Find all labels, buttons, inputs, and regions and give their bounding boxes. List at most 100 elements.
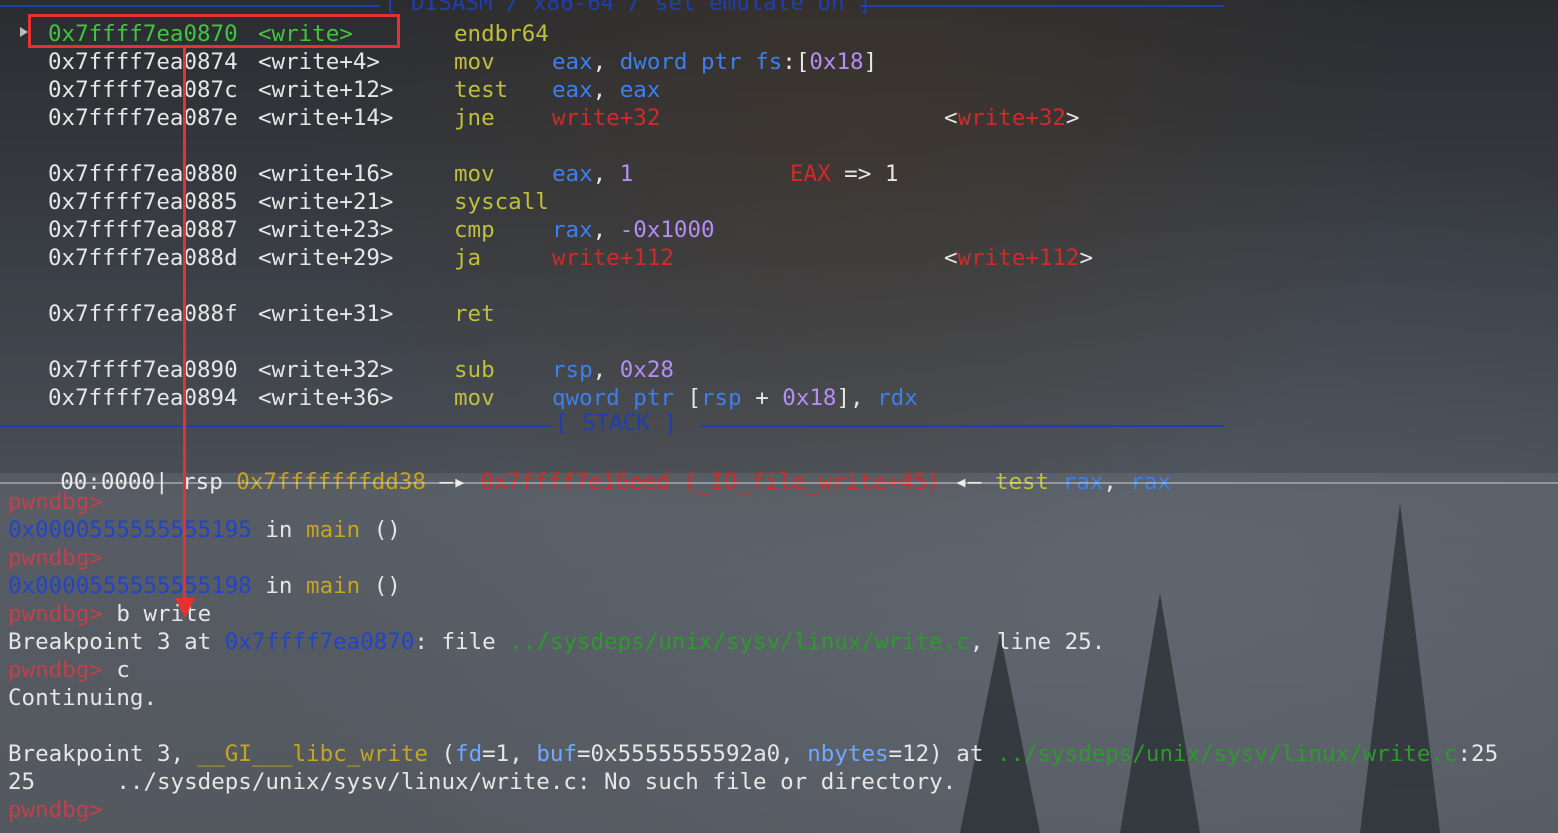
instruction-address: 0x7ffff7ea088f [48, 301, 238, 327]
instruction-mnemonic: mov [454, 161, 495, 187]
annotation-arrow-line [183, 48, 186, 606]
source-path: ../sysdeps/unix/sysv/linux/write.c [509, 629, 970, 655]
arg-name: buf [536, 741, 577, 767]
operand-register: rsp [701, 385, 742, 411]
console-line: Breakpoint 3 at 0x7ffff7ea0870: file ../… [8, 628, 1105, 656]
operand-register: eax [619, 77, 661, 103]
instruction-address: 0x7ffff7ea0885 [48, 189, 238, 215]
gdb-prompt: pwndbg> [8, 545, 103, 571]
operand-bracket: :[ [782, 49, 810, 75]
breakpoint-text: , line 25. [969, 629, 1106, 655]
instruction-address: 0x7ffff7ea0874 [48, 49, 238, 75]
instruction-address: 0x7ffff7ea0880 [48, 161, 238, 187]
frame-args: () [360, 573, 401, 599]
stack-row: 00:0000| rsp 0x7fffffffdd38 —▸ 0x7ffff7e… [6, 440, 1171, 495]
instruction-operands: eax, 1 [552, 160, 633, 188]
disasm-header: [ DISASM / x86-64 / set emulate on ] [384, 0, 872, 16]
arg-name: fd [455, 741, 483, 767]
instruction-mnemonic: mov [454, 385, 495, 411]
operand-plus: + [741, 385, 783, 411]
instruction-symbol: <write+16> [258, 161, 394, 187]
breakpoint-text: Breakpoint 3, [8, 741, 198, 767]
comment-bracket: > [1065, 105, 1080, 131]
terminal-window[interactable]: [ DISASM / x86-64 / set emulate on ] 0x7… [0, 0, 1558, 833]
jump-target: write+32 [552, 105, 661, 131]
operand-bracket: ], [836, 385, 878, 411]
operand-register: eax [552, 49, 593, 75]
operand-separator: , [592, 217, 620, 243]
operand-size: qword ptr [552, 385, 674, 411]
operand-immediate: -0x1000 [619, 217, 715, 243]
instruction-symbol: <write+12> [258, 77, 394, 103]
instruction-operands: qword ptr [rsp + 0x18], rdx [552, 384, 918, 412]
instruction-mnemonic: ja [454, 245, 482, 271]
operand-segment: fs [755, 49, 783, 75]
instruction-operands: rsp, 0x28 [552, 356, 674, 384]
gdb-prompt: pwndbg> [8, 657, 103, 683]
instruction-symbol: <write+14> [258, 105, 394, 131]
instruction-mnemonic: ret [454, 301, 495, 327]
instruction-mnemonic: sub [454, 357, 495, 383]
gdb-command[interactable]: c [103, 657, 130, 683]
instruction-mnemonic: mov [454, 49, 495, 75]
emulation-comment: EAX => 1 [790, 160, 898, 188]
comment-bracket: < [944, 245, 958, 271]
comment-arrow: => [830, 161, 885, 187]
comment-bracket: < [944, 105, 958, 131]
instruction-operands: write+32 [552, 104, 660, 132]
instruction-mnemonic: cmp [454, 217, 495, 243]
annotation-arrow-head [175, 598, 195, 618]
console-text: Continuing. [8, 685, 158, 711]
breakpoint-text: ( [427, 741, 456, 767]
instruction-address: 0x7ffff7ea087c [48, 77, 238, 103]
instruction-operands: write+112 [552, 244, 674, 272]
instruction-symbol: <write+4> [258, 49, 380, 75]
console-line: pwndbg> [8, 488, 103, 516]
highlight-box [28, 14, 400, 48]
instruction-address: 0x7ffff7ea0890 [48, 357, 238, 383]
breakpoint-function: __GI___libc_write [197, 741, 428, 767]
instruction-symbol: <write+21> [258, 189, 394, 215]
console-line: 0x0000555555555195 in main () [8, 516, 401, 544]
operand-separator: , [592, 77, 620, 103]
console-line: pwndbg> c [8, 656, 130, 684]
arg-value: =0x5555555592a0, [576, 741, 808, 767]
operand-immediate: 0x18 [782, 385, 837, 411]
pane-divider [0, 482, 1558, 484]
operand-bracket: [ [687, 385, 702, 411]
console-line: 0x0000555555555198 in main () [8, 572, 401, 600]
arg-value: =1, [482, 741, 537, 767]
operand-immediate: 0x28 [619, 357, 674, 383]
instruction-symbol: <write+36> [258, 385, 394, 411]
instruction-mnemonic: jne [454, 105, 495, 131]
instruction-address: 0x7ffff7ea0894 [48, 385, 238, 411]
comment-register: EAX [790, 161, 831, 187]
console-text: 25 ../sysdeps/unix/sysv/linux/write.c: N… [8, 769, 957, 795]
frame-in: in [251, 573, 307, 599]
console-line: 25 ../sysdeps/unix/sysv/linux/write.c: N… [8, 768, 956, 796]
stack-border-left [0, 425, 552, 427]
console-line: pwndbg> [8, 544, 103, 572]
frame-address: 0x0000555555555198 [8, 573, 252, 599]
frame-address: 0x0000555555555195 [8, 517, 252, 543]
arg-value: =12) at [888, 741, 997, 767]
instruction-symbol: <write+29> [258, 245, 394, 271]
comment-value: 1 [884, 161, 899, 187]
branch-comment: <write+112> [944, 244, 1093, 272]
instruction-symbol: <write+32> [258, 357, 394, 383]
operand-separator: , [592, 49, 620, 75]
instruction-operands: eax, dword ptr fs:[0x18] [552, 48, 877, 76]
frame-in: in [251, 517, 307, 543]
instruction-symbol: <write+23> [258, 217, 394, 243]
operand-register: eax [552, 77, 593, 103]
instruction-mnemonic: test [454, 77, 509, 103]
branch-comment: <write+32> [944, 104, 1079, 132]
instruction-operands: rax, -0x1000 [552, 216, 715, 244]
instruction-mnemonic: syscall [454, 189, 549, 215]
source-path: ../sysdeps/unix/sysv/linux/write.c [996, 741, 1458, 767]
operand-register: eax [552, 161, 593, 187]
operand-bracket: ] [863, 49, 878, 75]
instruction-symbol: <write+31> [258, 301, 394, 327]
operand-separator: , [592, 161, 620, 187]
breakpoint-address: 0x7ffff7ea0870 [224, 629, 415, 655]
